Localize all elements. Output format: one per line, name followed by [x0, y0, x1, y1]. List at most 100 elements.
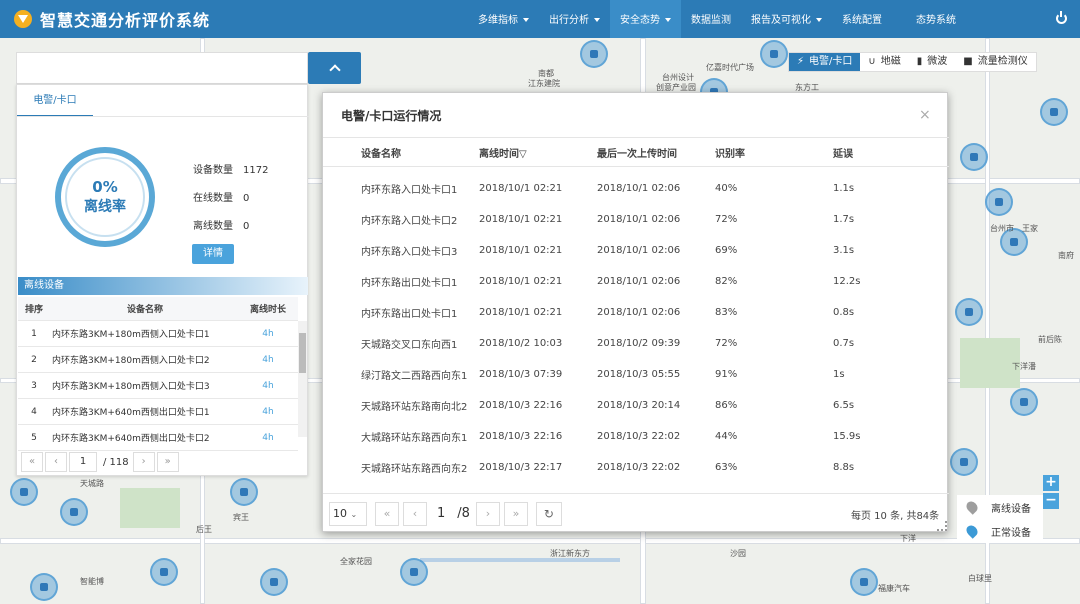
map-label: 下洋潘 — [1012, 362, 1036, 371]
zoom-in-button[interactable]: + — [1043, 475, 1059, 491]
table-row[interactable]: 4 内环东路3KM+640m西侧出口处卡口1 4h — [18, 399, 298, 425]
table-row[interactable]: 内环东路入口处卡口1 2018/10/1 02:21 2018/10/1 02:06… — [323, 173, 949, 204]
device-cluster-icon[interactable] — [400, 558, 428, 586]
last-page-button[interactable]: » — [156, 452, 179, 472]
caret-down-icon — [523, 18, 529, 22]
detail-button[interactable]: 详情 — [192, 244, 234, 264]
cell-duration: 4h — [262, 406, 274, 417]
nav-item[interactable]: 系统配置 — [832, 0, 892, 38]
nav-item[interactable]: 报告及可视化 — [741, 0, 832, 38]
zoom-control: + − — [1043, 475, 1059, 511]
map-label: 浙江新东方 — [550, 549, 590, 558]
nav-item-label: 出行分析 — [549, 15, 589, 26]
table-row[interactable]: 2 内环东路3KM+180m西侧入口处卡口2 4h — [18, 347, 298, 373]
table-header-row: 排序 设备名称 离线时长 — [18, 297, 298, 321]
app-logo[interactable]: 智慧交通分析评价系统 — [14, 7, 210, 31]
refresh-icon[interactable]: ↻ — [535, 501, 562, 526]
nav-item[interactable]: 安全态势 — [610, 0, 681, 38]
dialog-title: 电警/卡口运行情况 — [341, 109, 442, 123]
table-row[interactable]: 内环东路出口处卡口1 2018/10/1 02:21 2018/10/1 02:06… — [323, 266, 949, 297]
cell-delay: 1.1s — [833, 183, 855, 194]
table-row[interactable]: 内环东路入口处卡口2 2018/10/1 02:21 2018/10/1 02:06… — [323, 204, 949, 235]
first-page-button[interactable]: « — [375, 501, 399, 526]
filter-magnet[interactable]: ∪ 地磁 — [860, 53, 908, 71]
filter-bolt[interactable]: ⚡ 电警/卡口 — [789, 53, 861, 71]
device-cluster-icon[interactable] — [955, 298, 983, 326]
device-cluster-icon[interactable] — [580, 40, 608, 68]
device-cluster-icon[interactable] — [230, 478, 258, 506]
nav-item[interactable]: 数据监测 — [681, 0, 741, 38]
nav-item[interactable]: 多维指标 — [468, 0, 539, 38]
column-header-name[interactable]: 设备名称 — [50, 302, 238, 315]
map-park — [120, 488, 180, 528]
offline-devices-header: 离线设备 — [18, 277, 308, 295]
column-header-delay[interactable]: 延误 — [833, 145, 943, 160]
cell-name: 内环东路入口处卡口3 — [361, 247, 458, 258]
nav-item[interactable]: 出行分析 — [539, 0, 610, 38]
column-header-rank[interactable]: 排序 — [18, 302, 50, 315]
device-cluster-icon[interactable] — [150, 558, 178, 586]
device-cluster-icon[interactable] — [260, 568, 288, 596]
table-row[interactable]: 大城路环站东路西向东1 2018/10/3 22:16 2018/10/3 22:0… — [323, 421, 949, 452]
cell-rate: 44% — [715, 431, 738, 442]
first-page-button[interactable]: « — [21, 452, 43, 472]
cell-duration: 4h — [262, 354, 274, 365]
close-icon[interactable]: × — [919, 107, 931, 123]
table-row[interactable]: 天城路交叉口东向西1 2018/10/2 10:03 2018/10/2 09:39… — [323, 328, 949, 359]
last-page-button[interactable]: » — [503, 501, 528, 526]
table-row[interactable]: 1 内环东路3KM+180m西侧入口处卡口1 4h — [18, 321, 298, 347]
next-page-button[interactable]: › — [132, 452, 155, 472]
table-row[interactable]: 5 内环东路3KM+640m西侧出口处卡口2 4h — [18, 425, 298, 451]
device-cluster-icon[interactable] — [30, 573, 58, 601]
resize-handle[interactable] — [937, 521, 947, 531]
collapse-panel-button[interactable] — [308, 52, 361, 84]
gauge-value: 0% — [92, 178, 118, 196]
main-nav: 多维指标 出行分析 安全态势 数据监测 报告及可视化 系统配置 态势系统 — [468, 0, 966, 38]
column-header-rate[interactable]: 识别率 — [715, 145, 833, 160]
page-input[interactable]: 1 — [437, 506, 445, 521]
cell-last-upload: 2018/10/1 02:06 — [597, 307, 681, 318]
cell-rank: 2 — [31, 354, 37, 365]
device-cluster-icon[interactable] — [950, 448, 978, 476]
table-row[interactable]: 内环东路出口处卡口1 2018/10/1 02:21 2018/10/1 02:06… — [323, 297, 949, 328]
total-count: 每页 10 条, 共84条 — [851, 511, 940, 522]
column-header-duration[interactable]: 离线时长 — [238, 302, 298, 315]
map-label: 下洋 — [900, 534, 916, 543]
column-header-name[interactable]: 设备名称 — [361, 145, 479, 160]
nav-item[interactable]: 态势系统 — [906, 0, 966, 38]
scrollbar-thumb[interactable] — [299, 333, 306, 373]
filter-camera[interactable]: ■ 流量检测仪 — [955, 53, 1035, 71]
page-size-select[interactable]: 10 ⌄ — [329, 501, 367, 526]
power-icon[interactable] — [1056, 11, 1067, 24]
nav-item-label: 系统配置 — [842, 15, 882, 26]
device-cluster-icon[interactable] — [1040, 98, 1068, 126]
column-header-last-upload[interactable]: 最后一次上传时间 — [597, 145, 715, 160]
table-row[interactable]: 内环东路入口处卡口3 2018/10/1 02:21 2018/10/1 02:06… — [323, 235, 949, 266]
device-cluster-icon[interactable] — [985, 188, 1013, 216]
device-cluster-icon[interactable] — [1010, 388, 1038, 416]
table-row[interactable]: 3 内环东路3KM+180m西侧入口处卡口3 4h — [18, 373, 298, 399]
prev-page-button[interactable]: ‹ — [45, 452, 67, 472]
cell-rate: 86% — [715, 400, 738, 411]
map-label: 台州市 — [990, 224, 1014, 233]
top-navigation-bar: 智慧交通分析评价系统 多维指标 出行分析 安全态势 数据监测 报告及可视化 系统配置 态势系… — [0, 0, 1080, 38]
table-row[interactable]: 天城路环站东路西向东2 2018/10/3 22:17 2018/10/3 22:0… — [323, 452, 949, 483]
table-scrollbar[interactable] — [298, 321, 307, 437]
device-cluster-icon[interactable] — [960, 143, 988, 171]
table-row[interactable]: 天城路环站东路南向北2 2018/10/3 22:16 2018/10/3 20:1… — [323, 390, 949, 421]
cell-offline-time: 2018/10/2 10:03 — [479, 338, 563, 349]
filter-label: 电警/卡口 — [809, 56, 853, 67]
table-row[interactable]: 绿汀路文二西路西向东1 2018/10/3 07:39 2018/10/3 05:5… — [323, 359, 949, 390]
next-page-button[interactable]: › — [475, 501, 500, 526]
device-cluster-icon[interactable] — [760, 40, 788, 68]
zoom-out-button[interactable]: − — [1043, 493, 1059, 509]
device-cluster-icon[interactable] — [60, 498, 88, 526]
column-header-offline-time[interactable]: 离线时间▽ — [479, 145, 597, 160]
filter-wave[interactable]: ▮ 微波 — [909, 53, 956, 71]
device-cluster-icon[interactable] — [850, 568, 878, 596]
app-title: 智慧交通分析评价系统 — [40, 11, 211, 30]
page-input[interactable]: 1 — [69, 452, 97, 472]
device-cluster-icon[interactable] — [10, 478, 38, 506]
tab-camera[interactable]: 电警/卡口 — [17, 85, 93, 117]
prev-page-button[interactable]: ‹ — [403, 501, 427, 526]
